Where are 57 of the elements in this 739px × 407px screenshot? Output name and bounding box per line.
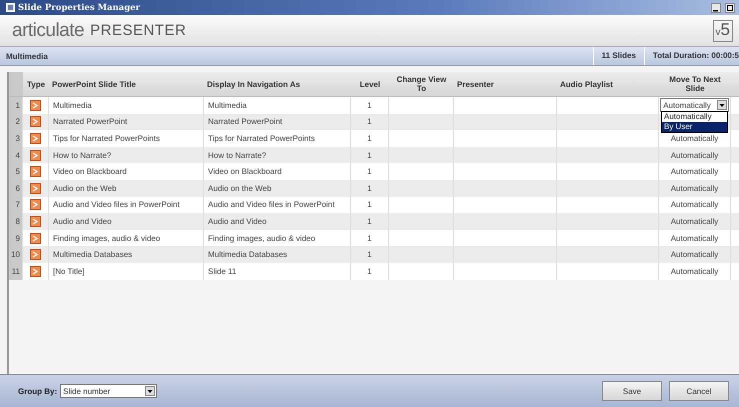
minimize-icon[interactable]	[711, 2, 721, 12]
table-cell: Automatically	[670, 266, 718, 276]
slide-icon	[30, 216, 41, 227]
column-header[interactable]: Change View To	[389, 72, 454, 96]
maximize-icon[interactable]	[725, 2, 735, 12]
table-cell: Automatically	[670, 184, 718, 193]
row-number: 7	[9, 196, 23, 214]
table-cell: Automatically	[670, 250, 718, 260]
slide-icon	[30, 232, 41, 244]
row-number: 1	[9, 97, 23, 114]
slide-icon	[30, 132, 41, 144]
row-number: 11	[9, 262, 23, 280]
row-number: 3	[9, 130, 23, 147]
slide-icon	[30, 100, 41, 111]
slide-icon	[30, 266, 41, 277]
group-by-label: Group By:	[18, 386, 58, 396]
total-duration: Total Duration: 00:00:5	[644, 47, 739, 65]
section-title: Multimedia	[5, 52, 48, 60]
header-corner	[9, 72, 23, 96]
slide-icon	[30, 199, 41, 210]
dialog-button[interactable]: Save	[602, 381, 662, 401]
move-dropdown[interactable]: Automatically	[660, 98, 729, 112]
window-title: Slide Properties Manager	[18, 2, 140, 12]
slide-icon	[30, 166, 41, 178]
group-by-dropdown[interactable]: Slide number	[60, 384, 158, 398]
row-number: 6	[9, 180, 23, 197]
column-header[interactable]: Move To Next Slide	[659, 72, 731, 96]
row-number: 10	[9, 246, 23, 263]
version-badge: v5	[712, 20, 733, 42]
column-header[interactable]: Type	[23, 72, 49, 96]
table-cell: Automatically	[670, 216, 718, 226]
column-header[interactable]: Level	[351, 72, 389, 96]
product-name: PRESENTER	[90, 22, 186, 39]
table-cell: Automatically	[670, 167, 718, 176]
table-cell: Automatically	[670, 134, 718, 143]
slide-icon	[30, 116, 41, 128]
table-cell: Automatically	[670, 200, 718, 210]
table-cell: Automatically	[670, 234, 718, 243]
dropdown-option[interactable]: By User	[662, 122, 727, 132]
slide-icon	[30, 249, 41, 260]
row-number: 2	[9, 114, 23, 130]
column-header[interactable]: Display In Navigation As	[204, 72, 351, 96]
window-icon	[6, 3, 15, 12]
row-number: 9	[9, 230, 23, 246]
column-header[interactable]: Audio Playlist	[557, 72, 659, 96]
table-cell: Automatically	[670, 150, 718, 160]
brand-logo-text: articulate	[12, 20, 84, 42]
slide-icon	[30, 182, 41, 194]
column-header[interactable]: Presenter	[454, 72, 557, 96]
dropdown-option[interactable]: Automatically	[662, 112, 727, 122]
slide-icon	[30, 150, 41, 161]
row-number: 4	[9, 146, 23, 164]
dialog-button[interactable]: Cancel	[669, 381, 729, 401]
row-number: 8	[9, 213, 23, 230]
slide-count: 11 Slides	[592, 47, 644, 65]
row-number: 5	[9, 163, 23, 180]
column-header[interactable]: PowerPoint Slide Title	[49, 72, 204, 96]
